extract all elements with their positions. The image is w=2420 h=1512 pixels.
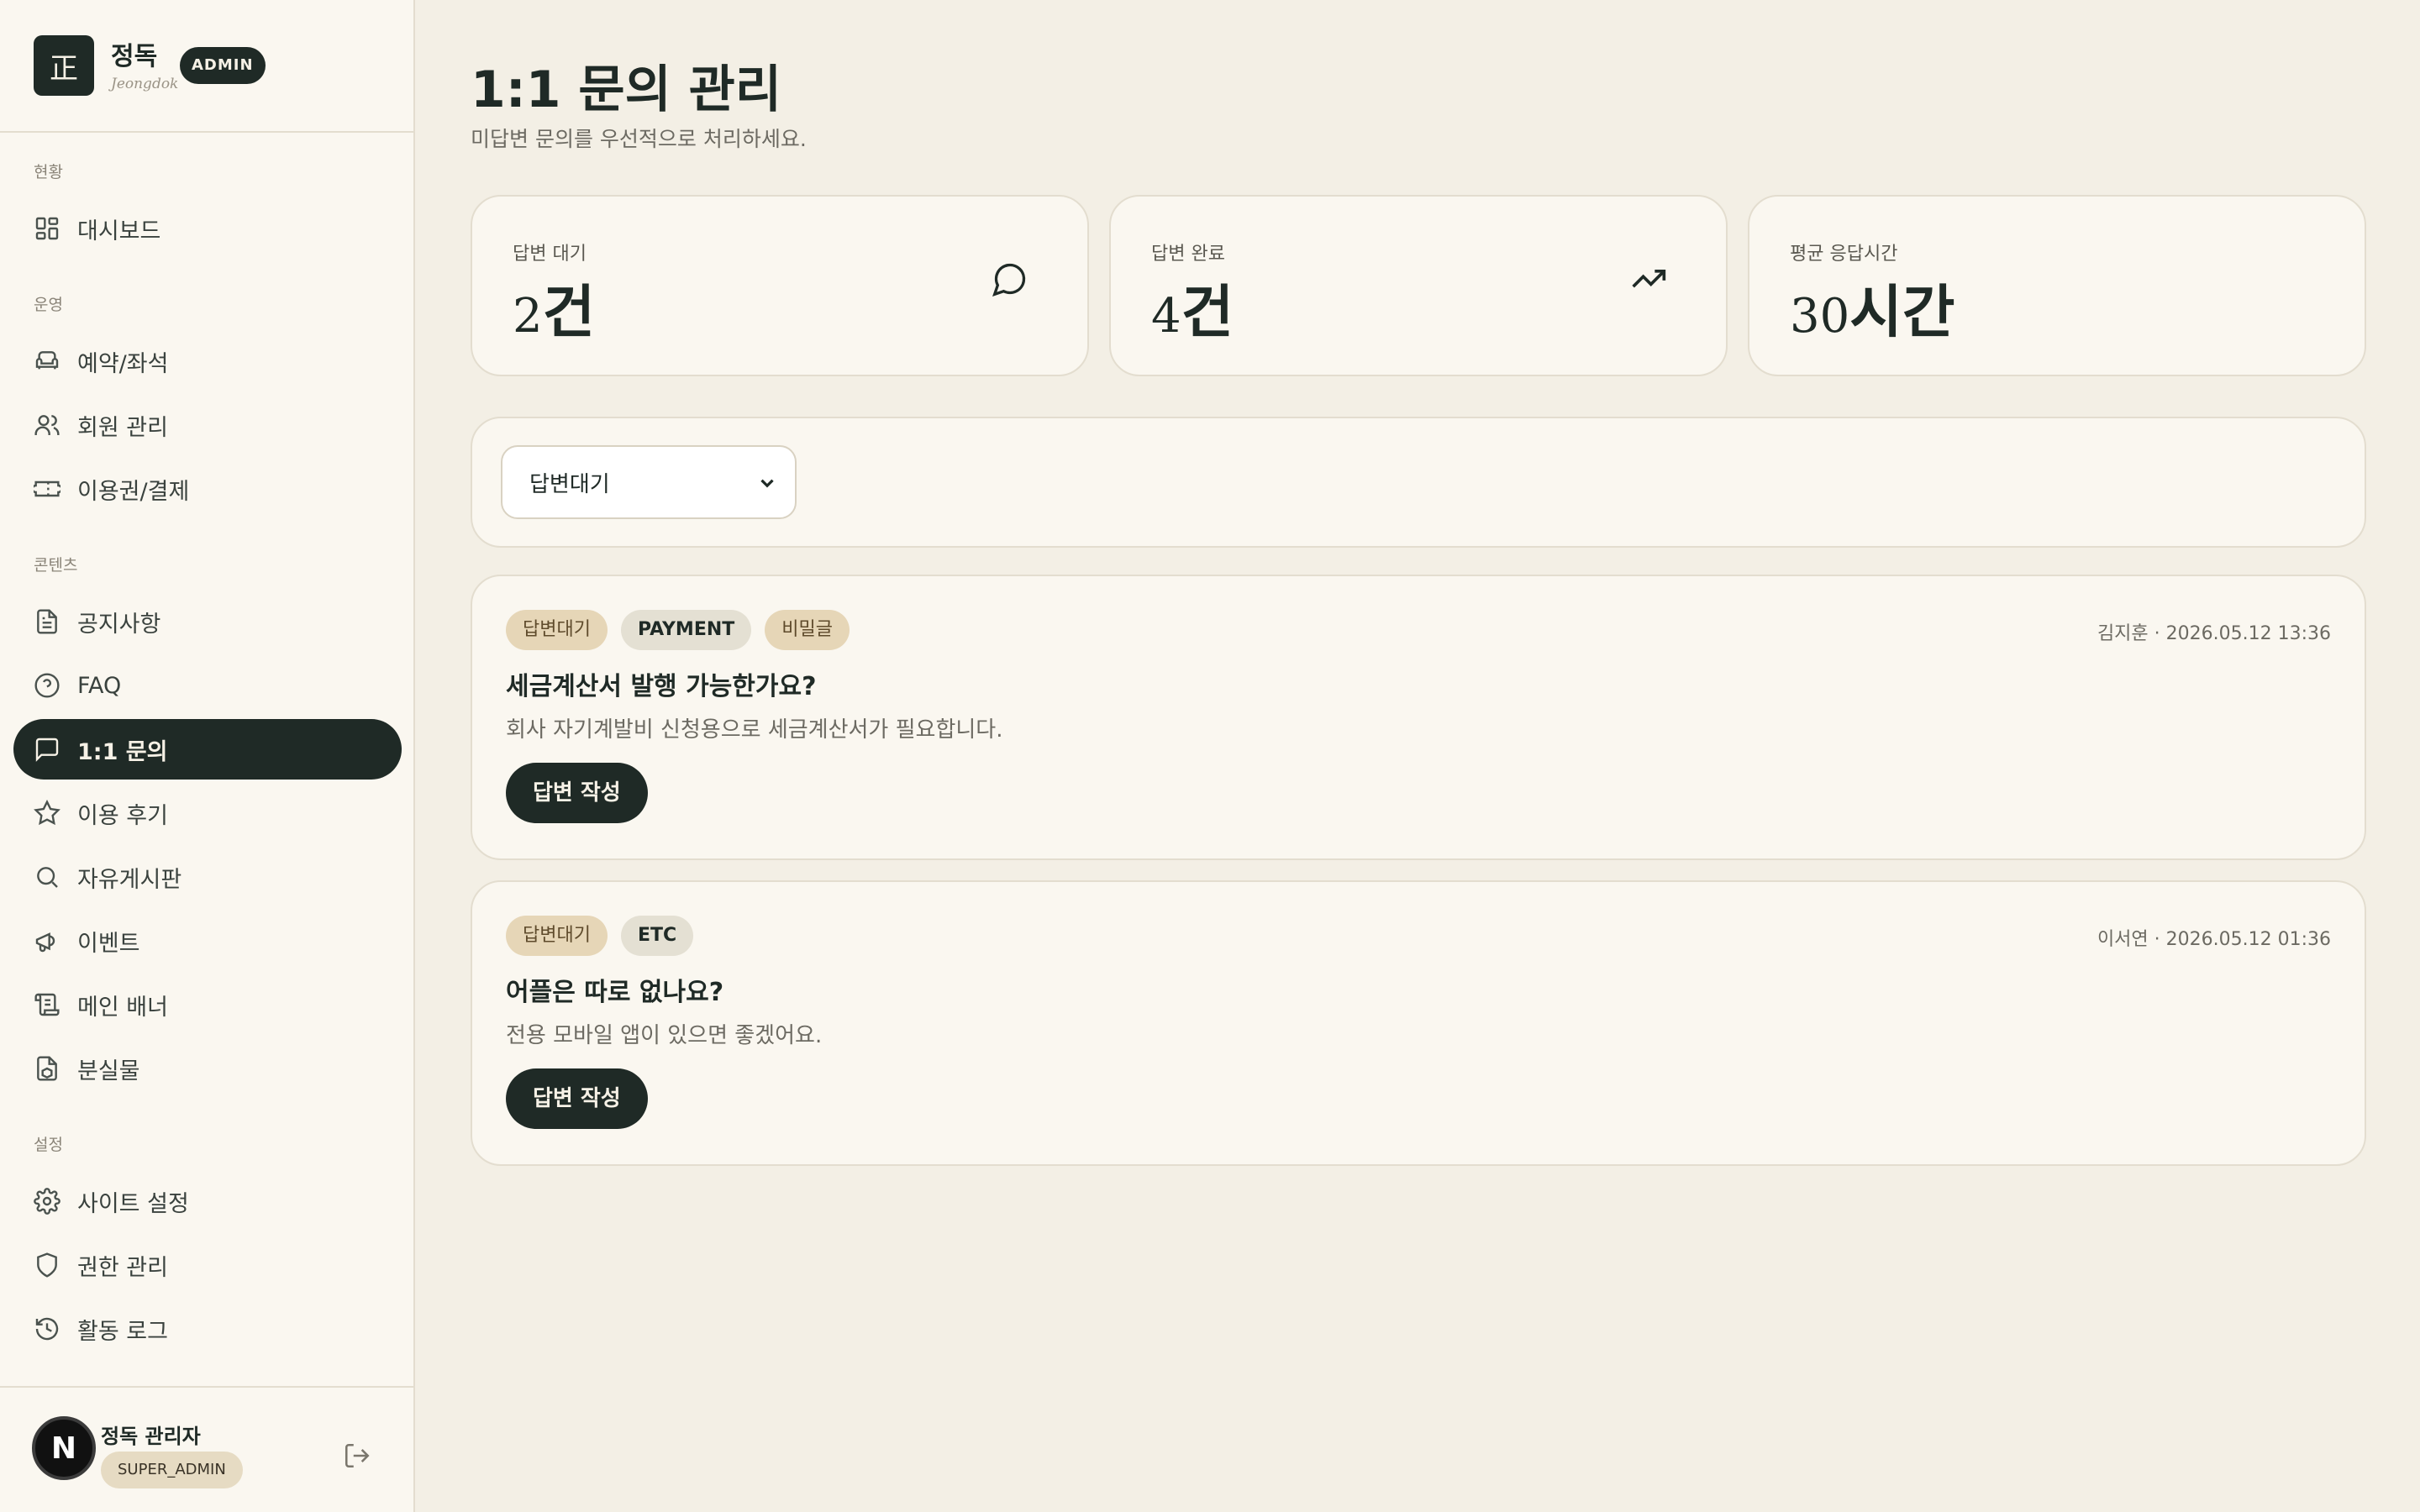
sidebar-item-notices[interactable]: 공지사항 (13, 591, 402, 652)
sidebar-item-label: 이벤트 (77, 930, 140, 957)
stat-number: 4 (1151, 289, 1181, 344)
stat-card-avg-response: 평균 응답시간 30 시간 (1748, 195, 2366, 376)
admin-badge: ADMIN (180, 47, 266, 84)
sidebar-item-events[interactable]: 이벤트 (13, 911, 402, 971)
trending-up-icon (1630, 260, 1667, 297)
inquiry-tags: 답변대기 PAYMENT 비밀글 (506, 610, 850, 650)
stat-card-pending: 답변 대기 2 건 (471, 195, 1089, 376)
stat-value: 4 건 (1151, 265, 1234, 349)
sidebar-item-banners[interactable]: 메인 배너 (13, 974, 402, 1035)
sidebar-item-label: 예약/좌석 (77, 350, 169, 377)
chevron-down-icon (756, 472, 778, 494)
inquiry-tags: 답변대기 ETC (506, 916, 694, 956)
inquiry-title: 어플은 따로 없나요? (506, 978, 724, 1007)
inquiry-card[interactable]: 답변대기 ETC 이서연 · 2026.05.12 01:36 어플은 따로 없… (471, 880, 2366, 1166)
status-tag: 답변대기 (506, 916, 608, 956)
write-reply-button[interactable]: 답변 작성 (506, 1068, 648, 1129)
category-tag: PAYMENT (620, 610, 752, 650)
section-label-operations: 운영 (34, 296, 63, 314)
star-icon (34, 800, 60, 827)
help-circle-icon (34, 672, 60, 699)
stat-label: 답변 완료 (1151, 244, 1225, 265)
sidebar-item-label: 활동 로그 (77, 1318, 168, 1345)
sidebar-item-label: 메인 배너 (77, 994, 168, 1021)
status-filter-value: 답변대기 (529, 471, 610, 497)
user-role-badge: SUPER_ADMIN (101, 1452, 243, 1488)
brand-subtitle: Jeongdok (111, 76, 179, 92)
inquiry-card[interactable]: 답변대기 PAYMENT 비밀글 김지훈 · 2026.05.12 13:36 … (471, 575, 2366, 860)
sidebar-item-reservations[interactable]: 예약/좌석 (13, 331, 402, 391)
stat-label: 답변 대기 (513, 244, 587, 265)
package-file-icon (34, 1055, 60, 1082)
search-icon (34, 864, 60, 890)
ticket-icon (34, 475, 60, 502)
user-name: 정독 관리자 (101, 1425, 201, 1448)
message-circle-icon (992, 260, 1028, 297)
inquiry-body: 회사 자기계발비 신청용으로 세금계산서가 필요합니다. (506, 717, 1003, 743)
write-reply-button[interactable]: 답변 작성 (506, 763, 648, 823)
brand-header: 正 정독 Jeongdok ADMIN (0, 0, 415, 133)
status-filter-select[interactable]: 답변대기 (501, 445, 797, 519)
inquiry-body: 전용 모바일 앱이 있으면 좋겠어요. (506, 1023, 823, 1048)
history-icon (34, 1315, 60, 1342)
section-label-settings: 설정 (34, 1136, 63, 1154)
sidebar-item-members[interactable]: 회원 관리 (13, 395, 402, 455)
avatar[interactable]: N (32, 1416, 96, 1480)
sidebar-item-activity-log[interactable]: 활동 로그 (13, 1299, 402, 1359)
page-title: 1:1 문의 관리 (471, 60, 782, 119)
filter-bar: 답변대기 (471, 417, 2366, 548)
sidebar-item-inquiries[interactable]: 1:1 문의 (13, 719, 402, 780)
shield-icon (34, 1252, 60, 1278)
sidebar-item-site-settings[interactable]: 사이트 설정 (13, 1171, 402, 1231)
stat-unit: 건 (542, 280, 596, 346)
stat-unit: 건 (1181, 280, 1234, 346)
armchair-icon (34, 348, 60, 375)
message-square-icon (34, 736, 60, 763)
gear-icon (34, 1188, 60, 1215)
dashboard-icon (34, 215, 60, 242)
sidebar-item-lost-found[interactable]: 분실물 (13, 1038, 402, 1099)
stat-value: 30 시간 (1790, 265, 1954, 349)
sidebar: 正 정독 Jeongdok ADMIN 현황 대시보드 운영 예약/좌석 회원 … (0, 0, 415, 1512)
secret-tag: 비밀글 (765, 610, 850, 650)
brand-name: 정독 (111, 42, 158, 71)
users-icon (34, 412, 60, 438)
section-label-status: 현황 (34, 163, 63, 181)
page-subtitle: 미답변 문의를 우선적으로 처리하세요. (471, 127, 807, 151)
sidebar-item-label: 이용권/결제 (77, 478, 190, 505)
inquiry-meta: 이서연 · 2026.05.12 01:36 (2096, 929, 2331, 950)
stat-label: 평균 응답시간 (1790, 244, 1898, 265)
sidebar-item-label: 공지사항 (77, 611, 161, 638)
sidebar-item-label: 사이트 설정 (77, 1190, 189, 1217)
sidebar-item-faq[interactable]: FAQ (13, 655, 402, 716)
logout-icon[interactable] (343, 1441, 371, 1470)
sidebar-item-board[interactable]: 자유게시판 (13, 847, 402, 907)
section-label-content: 콘텐츠 (34, 556, 78, 575)
sidebar-item-passes[interactable]: 이용권/결제 (13, 459, 402, 519)
sidebar-item-dashboard[interactable]: 대시보드 (13, 198, 402, 259)
sidebar-item-label: 이용 후기 (77, 802, 168, 829)
sidebar-item-label: 자유게시판 (77, 866, 182, 893)
stat-card-answered: 답변 완료 4 건 (1109, 195, 1728, 376)
sidebar-item-permissions[interactable]: 권한 관리 (13, 1235, 402, 1295)
sidebar-item-reviews[interactable]: 이용 후기 (13, 783, 402, 843)
stat-number: 30 (1790, 289, 1850, 344)
brand-logo[interactable]: 正 (34, 35, 94, 96)
sidebar-item-label: 권한 관리 (77, 1254, 168, 1281)
sidebar-item-label: 1:1 문의 (77, 738, 168, 765)
stat-number: 2 (513, 289, 543, 344)
stat-value: 2 건 (513, 265, 595, 349)
stat-unit: 시간 (1849, 280, 1955, 346)
category-tag: ETC (620, 916, 694, 956)
inquiry-meta: 김지훈 · 2026.05.12 13:36 (2096, 623, 2331, 644)
sidebar-item-label: 회원 관리 (77, 414, 168, 441)
inquiry-title: 세금계산서 발행 가능한가요? (506, 672, 817, 701)
sidebar-item-label: 분실물 (77, 1058, 140, 1084)
status-tag: 답변대기 (506, 610, 608, 650)
sidebar-item-label: 대시보드 (77, 218, 161, 244)
sidebar-item-label: FAQ (77, 672, 122, 699)
scroll-icon (34, 991, 60, 1018)
megaphone-icon (34, 927, 60, 954)
document-icon (34, 608, 60, 635)
